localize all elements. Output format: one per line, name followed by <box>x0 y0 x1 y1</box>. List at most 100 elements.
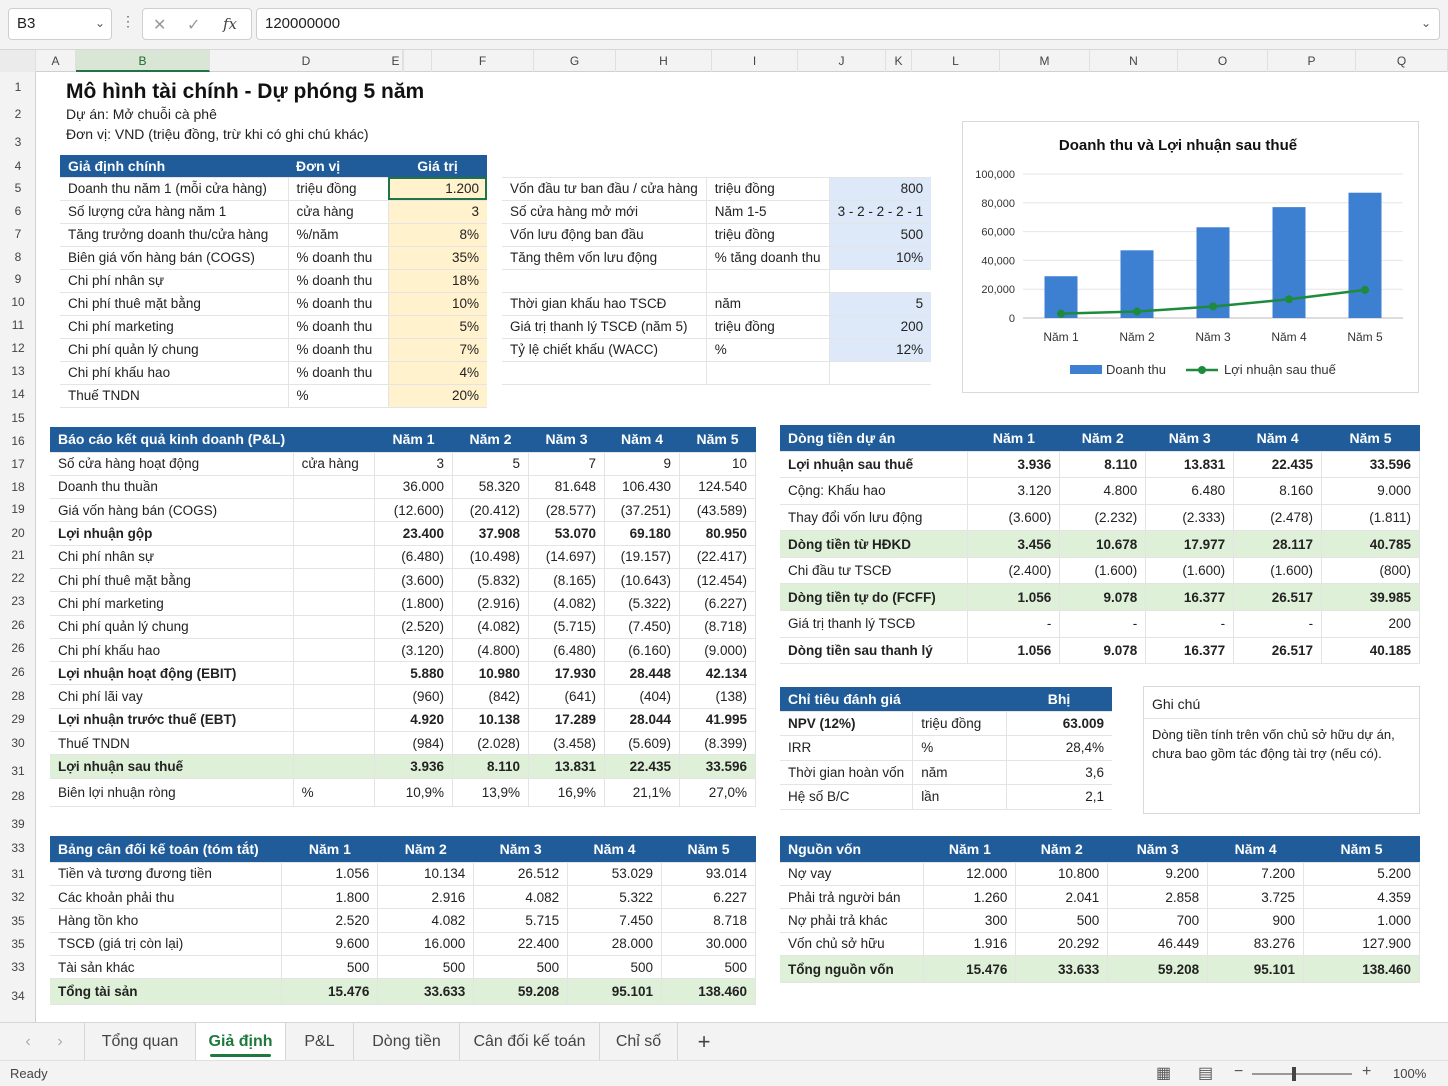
row-unit[interactable] <box>293 615 375 639</box>
row-label[interactable]: Chi phí nhân sự <box>50 545 294 569</box>
metric-unit[interactable]: năm <box>912 760 1007 785</box>
invest-value[interactable] <box>829 269 932 293</box>
cell-value[interactable]: (20.412) <box>452 498 530 523</box>
cell-value[interactable]: - <box>1233 610 1323 638</box>
row-header[interactable]: 34 <box>0 989 36 1003</box>
row-header[interactable]: 23 <box>0 594 36 608</box>
row-header[interactable]: 29 <box>0 712 36 726</box>
column-header[interactable]: F <box>432 50 534 72</box>
insert-function-icon[interactable]: fx <box>223 15 237 33</box>
point-loi-nhuan[interactable] <box>1361 285 1369 294</box>
cell-value[interactable]: 1.000 <box>1303 908 1420 933</box>
row-header[interactable]: 18 <box>0 480 36 494</box>
next-sheet-icon[interactable]: › <box>46 1023 74 1061</box>
cell-value[interactable]: (3.600) <box>374 568 454 593</box>
row-label[interactable]: Phải trả người bán <box>780 885 925 910</box>
invest-value[interactable]: 200 <box>829 315 932 339</box>
cell-value[interactable]: 106.430 <box>604 475 680 500</box>
invest-value[interactable]: 10% <box>829 246 932 270</box>
row-header[interactable]: 11 <box>0 318 36 332</box>
cell-value[interactable]: 15.476 <box>281 978 379 1006</box>
column-header[interactable]: H <box>616 50 712 72</box>
cell-value[interactable]: 124.540 <box>679 475 757 500</box>
metric-label[interactable]: IRR <box>780 735 914 761</box>
cell-value[interactable]: (2.028) <box>452 731 530 756</box>
row-header[interactable]: 2 <box>0 107 36 121</box>
cell-value[interactable]: 12.000 <box>923 862 1017 886</box>
cell-value[interactable]: (2.916) <box>452 591 530 616</box>
row-label[interactable]: Số cửa hàng hoạt động <box>50 452 294 476</box>
cell-value[interactable]: 5.880 <box>374 661 454 686</box>
cell-value[interactable]: 93.014 <box>661 862 756 886</box>
assumption-label[interactable]: Chi phí khấu hao <box>60 361 289 385</box>
cell-value[interactable]: 1.800 <box>281 885 379 910</box>
cell-value[interactable]: 7.200 <box>1207 862 1305 886</box>
add-sheet-button[interactable]: + <box>678 1023 730 1061</box>
cell-value[interactable]: 3 <box>374 452 454 476</box>
invest-label[interactable]: Số cửa hàng mở mới <box>502 200 707 224</box>
assumption-unit[interactable]: % doanh thu <box>288 361 389 385</box>
cell-value[interactable]: 23.400 <box>374 521 454 546</box>
assumption-value[interactable]: 4% <box>388 361 487 385</box>
cell-value[interactable]: 2.041 <box>1015 885 1109 910</box>
cell-value[interactable]: 10.138 <box>452 708 530 733</box>
row-label[interactable]: Tài sản khác <box>50 955 283 980</box>
cell-value[interactable]: - <box>1059 610 1147 638</box>
page-layout-icon[interactable]: ▤ <box>1198 1063 1213 1083</box>
assumption-label[interactable]: Doanh thu năm 1 (mỗi cửa hàng) <box>60 177 289 201</box>
metric-label[interactable]: Hệ số B/C <box>780 784 914 810</box>
metric-unit[interactable]: % <box>912 735 1007 761</box>
row-header[interactable]: 28 <box>0 789 36 803</box>
row-label[interactable]: Vốn chủ sở hữu <box>780 932 925 957</box>
row-unit[interactable] <box>293 754 375 779</box>
metric-label[interactable]: NPV (12%) <box>780 711 914 736</box>
metric-unit[interactable]: lần <box>912 784 1007 810</box>
cell-value[interactable]: 1.260 <box>923 885 1017 910</box>
column-header[interactable]: I <box>712 50 798 72</box>
cell-value[interactable]: 4.082 <box>473 885 569 910</box>
cell-value[interactable]: (7.450) <box>604 615 680 639</box>
cell-value[interactable]: (5.832) <box>452 568 530 593</box>
assumption-unit[interactable]: %/năm <box>288 223 389 247</box>
cell-value[interactable]: (1.600) <box>1233 557 1323 585</box>
cell-value[interactable]: 22.435 <box>604 754 680 779</box>
row-label[interactable]: Thuế TNDN <box>50 731 294 756</box>
cell-value[interactable]: 95.101 <box>567 978 663 1006</box>
cell-value[interactable]: 500 <box>281 955 379 980</box>
cell-value[interactable]: 5 <box>452 452 530 476</box>
cell-value[interactable]: 10 <box>679 452 757 476</box>
assumption-value[interactable]: 3 <box>388 200 487 224</box>
cell-value[interactable]: 33.633 <box>377 978 475 1006</box>
assumption-label[interactable]: Biên giá vốn hàng bán (COGS) <box>60 246 289 270</box>
prev-sheet-icon[interactable]: ‹ <box>14 1023 42 1061</box>
column-header[interactable]: A <box>36 50 76 72</box>
cell-value[interactable]: (9.000) <box>679 638 757 663</box>
row-header[interactable]: 26 <box>0 618 36 632</box>
cell-value[interactable]: 53.070 <box>528 521 606 546</box>
row-label[interactable]: Doanh thu thuần <box>50 475 294 500</box>
cell-value[interactable]: (37.251) <box>604 498 680 523</box>
cell-value[interactable]: (960) <box>374 684 454 709</box>
cell-value[interactable]: (2.333) <box>1145 504 1235 532</box>
cell-value[interactable]: (1.600) <box>1059 557 1147 585</box>
tab-can-doi-ke-toan[interactable]: Cân đối kế toán <box>460 1023 600 1061</box>
cell-value[interactable]: (4.082) <box>452 615 530 639</box>
invest-unit[interactable]: % tăng doanh thu <box>706 246 830 270</box>
cell-value[interactable]: 16.377 <box>1145 637 1235 665</box>
cell-value[interactable]: 33.596 <box>1321 451 1420 479</box>
cell-value[interactable]: 10.678 <box>1059 530 1147 558</box>
row-label[interactable]: Tổng tài sản <box>50 978 283 1006</box>
cell-value[interactable]: (2.478) <box>1233 504 1323 532</box>
row-unit[interactable] <box>293 638 375 663</box>
row-header[interactable]: 15 <box>0 411 36 425</box>
row-header[interactable]: 39 <box>0 817 36 831</box>
assumption-unit[interactable]: % doanh thu <box>288 292 389 316</box>
cell-value[interactable]: 9.078 <box>1059 583 1147 612</box>
cell-value[interactable]: (10.498) <box>452 545 530 569</box>
cell-value[interactable]: (12.454) <box>679 568 757 593</box>
assumption-label[interactable]: Chi phí thuê mặt bằng <box>60 292 289 316</box>
cell-value[interactable]: 16.377 <box>1145 583 1235 612</box>
cell-value[interactable]: (4.082) <box>528 591 606 616</box>
cell-value[interactable]: 8.110 <box>1059 451 1147 479</box>
row-label[interactable]: Dòng tiền tự do (FCFF) <box>780 583 969 612</box>
